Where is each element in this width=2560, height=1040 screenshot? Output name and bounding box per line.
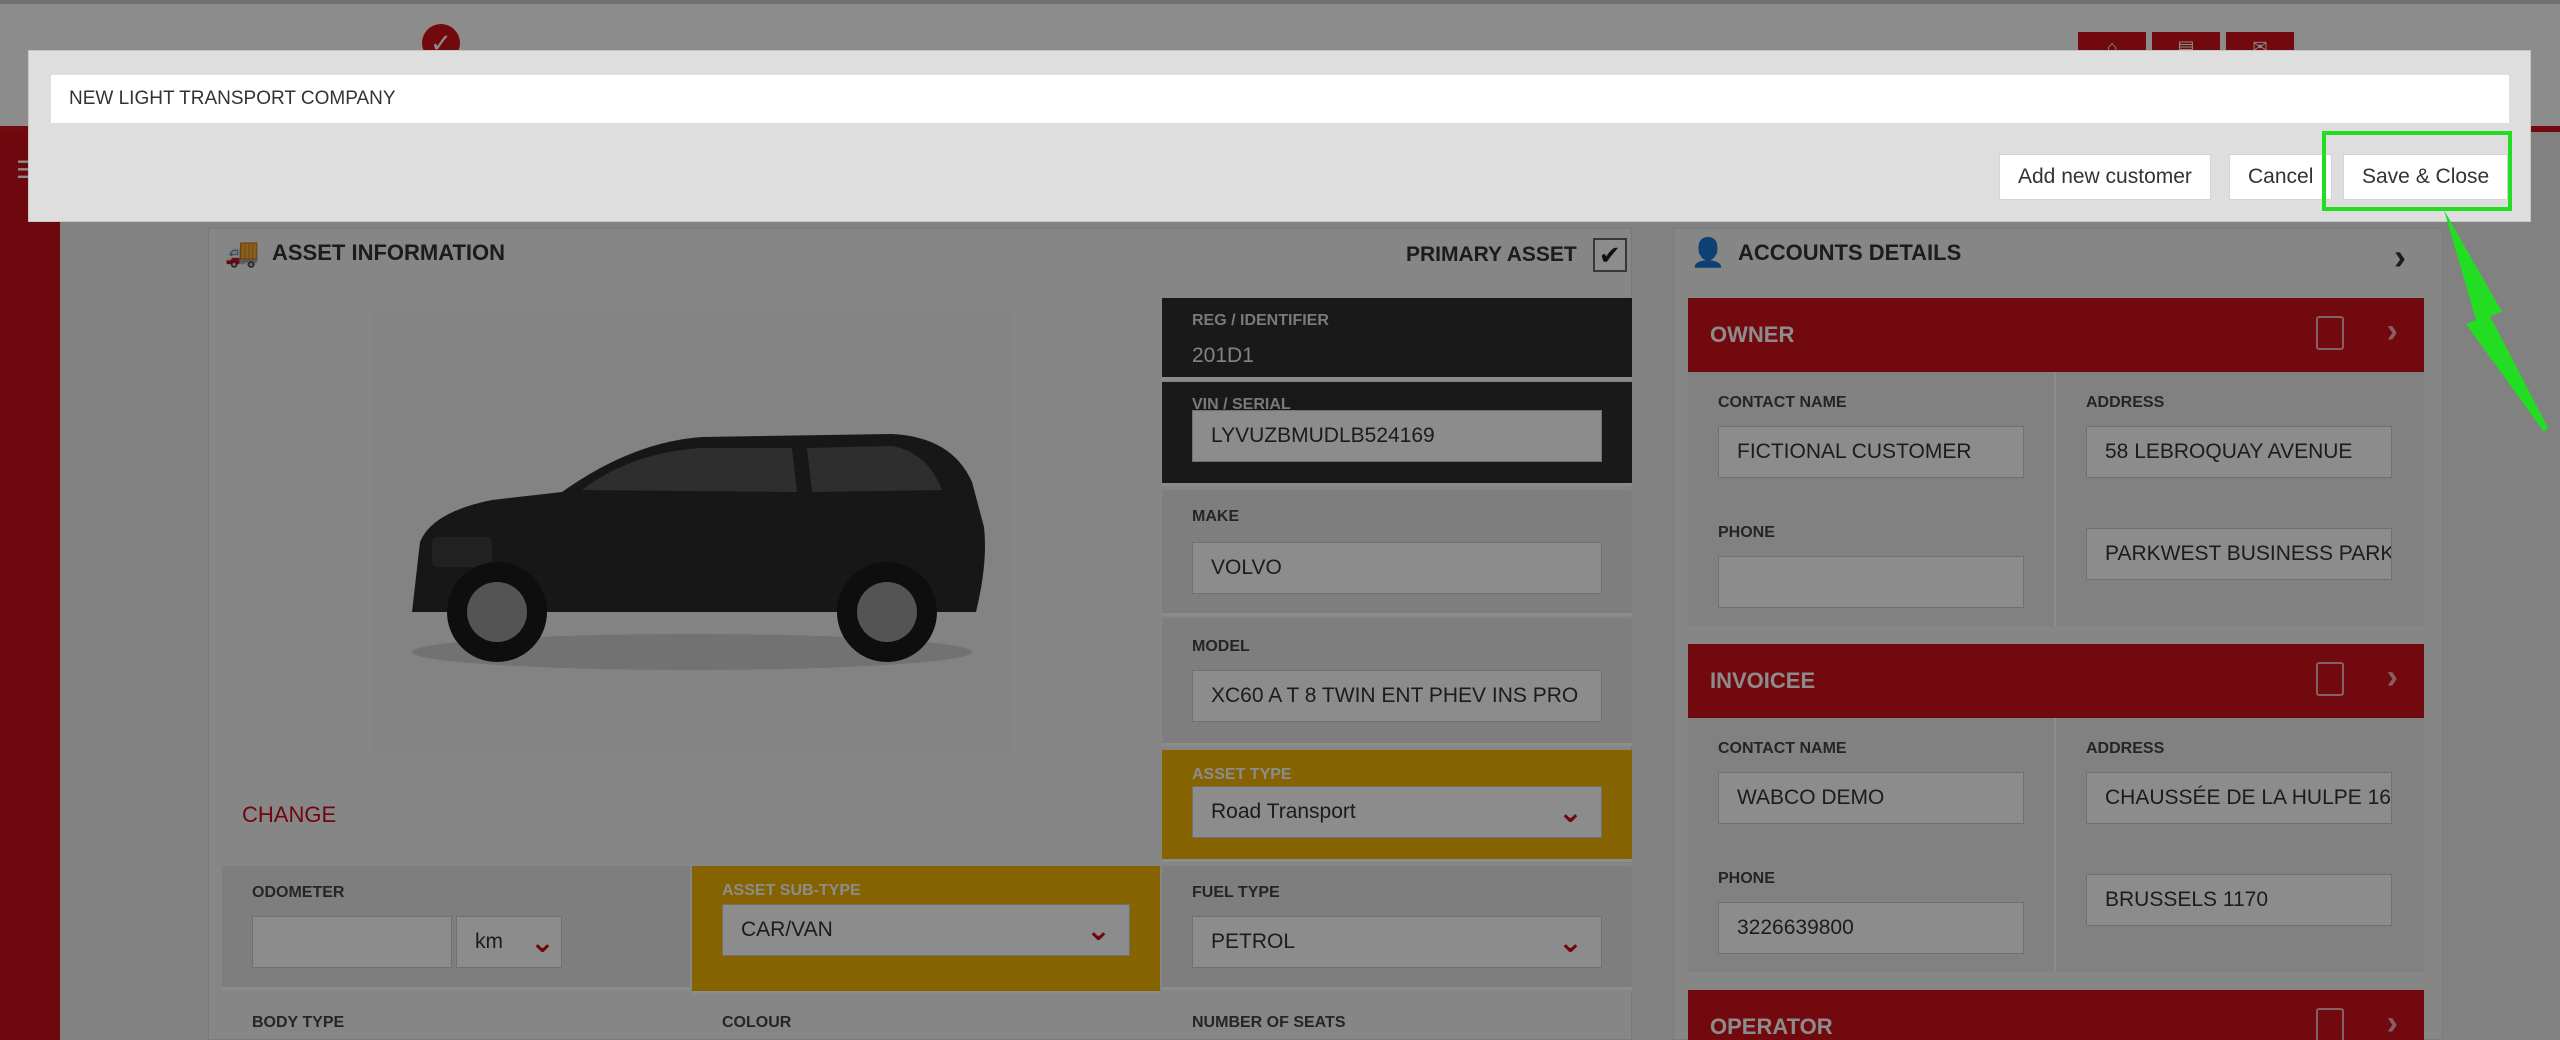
add-new-customer-button[interactable]: Add new customer — [1999, 154, 2211, 200]
customer-modal: Add new customer Cancel Save & Close — [28, 50, 2531, 222]
callout-arrow-icon — [2444, 210, 2548, 432]
cancel-button[interactable]: Cancel — [2229, 154, 2333, 200]
save-close-highlight — [2322, 131, 2512, 211]
customer-search-input[interactable] — [51, 75, 2509, 123]
